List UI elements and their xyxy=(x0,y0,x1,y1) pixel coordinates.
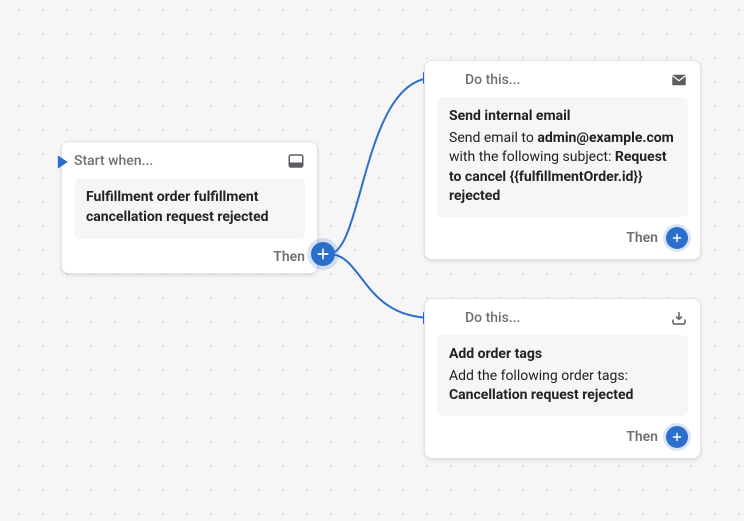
action-card-add-tags[interactable]: Do this... Add order tags Add the follow… xyxy=(424,298,701,459)
trigger-start-icon xyxy=(52,152,72,172)
action-footer: Then xyxy=(437,227,688,249)
trigger-footer: Then xyxy=(74,249,305,265)
action-header-label: Do this... xyxy=(465,310,520,326)
trigger-body: Fulfillment order fulfillment cancellati… xyxy=(74,178,305,239)
action-description: Send email to admin@example.com with the… xyxy=(449,129,676,207)
order-tags: Cancellation request rejected xyxy=(449,387,633,403)
action-header: Do this... xyxy=(437,71,688,89)
action-body: Send internal email Send email to admin@… xyxy=(437,97,688,217)
then-label: Then xyxy=(626,230,658,246)
action-footer: Then xyxy=(437,426,688,448)
action-title: Send internal email xyxy=(449,107,676,127)
action-header: Do this... xyxy=(437,309,688,327)
import-icon xyxy=(670,309,688,327)
trigger-header: Start when... xyxy=(74,152,305,170)
add-step-button[interactable] xyxy=(666,227,688,249)
trigger-card[interactable]: Start when... Fulfillment order fulfillm… xyxy=(61,141,318,274)
email-icon xyxy=(670,71,688,89)
add-step-button[interactable] xyxy=(666,426,688,448)
then-label: Then xyxy=(273,249,305,265)
trigger-title: Fulfillment order fulfillment cancellati… xyxy=(86,188,293,227)
action-body: Add order tags Add the following order t… xyxy=(437,335,688,416)
action-title: Add order tags xyxy=(449,345,676,365)
action-card-send-email[interactable]: Do this... Send internal email Send emai… xyxy=(424,60,701,260)
action-header-label: Do this... xyxy=(465,72,520,88)
email-address: admin@example.com xyxy=(537,130,673,146)
add-branch-button[interactable] xyxy=(311,242,335,266)
trigger-header-label: Start when... xyxy=(74,153,153,169)
workflow-canvas: Start when... Fulfillment order fulfillm… xyxy=(0,0,744,521)
action-description: Add the following order tags: Cancellati… xyxy=(449,367,676,406)
then-label: Then xyxy=(626,429,658,445)
browser-event-icon xyxy=(287,152,305,170)
